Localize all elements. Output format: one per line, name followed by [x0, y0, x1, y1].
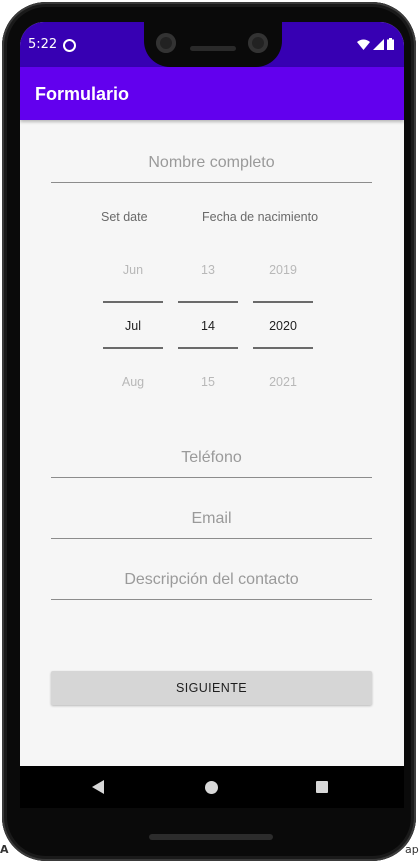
- set-date-label[interactable]: Set date: [101, 210, 148, 224]
- background-text-left: A: [0, 843, 9, 856]
- signal-icon: [373, 39, 384, 50]
- front-camera-icon: [156, 33, 176, 53]
- day-prev[interactable]: 13: [178, 263, 238, 277]
- earpiece-speaker: [190, 46, 236, 51]
- month-prev[interactable]: Jun: [103, 263, 163, 277]
- month-spinner[interactable]: Jun Jul Aug: [103, 252, 163, 402]
- wifi-icon: [357, 39, 370, 50]
- camera-notch: [144, 22, 282, 67]
- home-icon[interactable]: [205, 781, 218, 794]
- year-prev[interactable]: 2019: [253, 263, 313, 277]
- picker-divider: [103, 347, 163, 349]
- back-icon[interactable]: [92, 780, 104, 794]
- app-title: Formulario: [35, 84, 130, 104]
- month-next[interactable]: Aug: [103, 375, 163, 389]
- picker-divider: [253, 347, 313, 349]
- year-spinner[interactable]: 2019 2020 2021: [253, 252, 313, 402]
- phone-input[interactable]: Teléfono: [51, 443, 372, 478]
- battery-icon: [387, 38, 394, 50]
- day-spinner[interactable]: 13 14 15: [178, 252, 238, 402]
- email-input[interactable]: Email: [51, 504, 372, 539]
- month-selected[interactable]: Jul: [103, 319, 163, 333]
- birth-date-label: Fecha de nacimiento: [202, 210, 319, 224]
- year-selected[interactable]: 2020: [253, 319, 313, 333]
- picker-divider: [178, 347, 238, 349]
- year-next[interactable]: 2021: [253, 375, 313, 389]
- description-input[interactable]: Descripción del contacto: [51, 565, 372, 600]
- notification-icon: [63, 39, 76, 52]
- picker-divider: [103, 301, 163, 303]
- day-next[interactable]: 15: [178, 375, 238, 389]
- status-time: 5:22: [28, 37, 58, 52]
- front-camera-icon: [248, 33, 268, 53]
- picker-divider: [253, 301, 313, 303]
- next-button[interactable]: SIGUIENTE: [51, 671, 372, 705]
- background-text-right: ap: [405, 843, 419, 856]
- day-selected[interactable]: 14: [178, 319, 238, 333]
- status-icons: [357, 38, 394, 50]
- app-bar: Formulario: [20, 67, 404, 120]
- bottom-speaker: [149, 834, 273, 840]
- device-screen: 5:22 Formulario Nombre completo Set date…: [20, 22, 404, 808]
- recents-icon[interactable]: [316, 781, 328, 793]
- phone-frame: 5:22 Formulario Nombre completo Set date…: [2, 2, 416, 861]
- picker-divider: [178, 301, 238, 303]
- navigation-bar: [20, 766, 404, 808]
- full-name-input[interactable]: Nombre completo: [51, 148, 372, 183]
